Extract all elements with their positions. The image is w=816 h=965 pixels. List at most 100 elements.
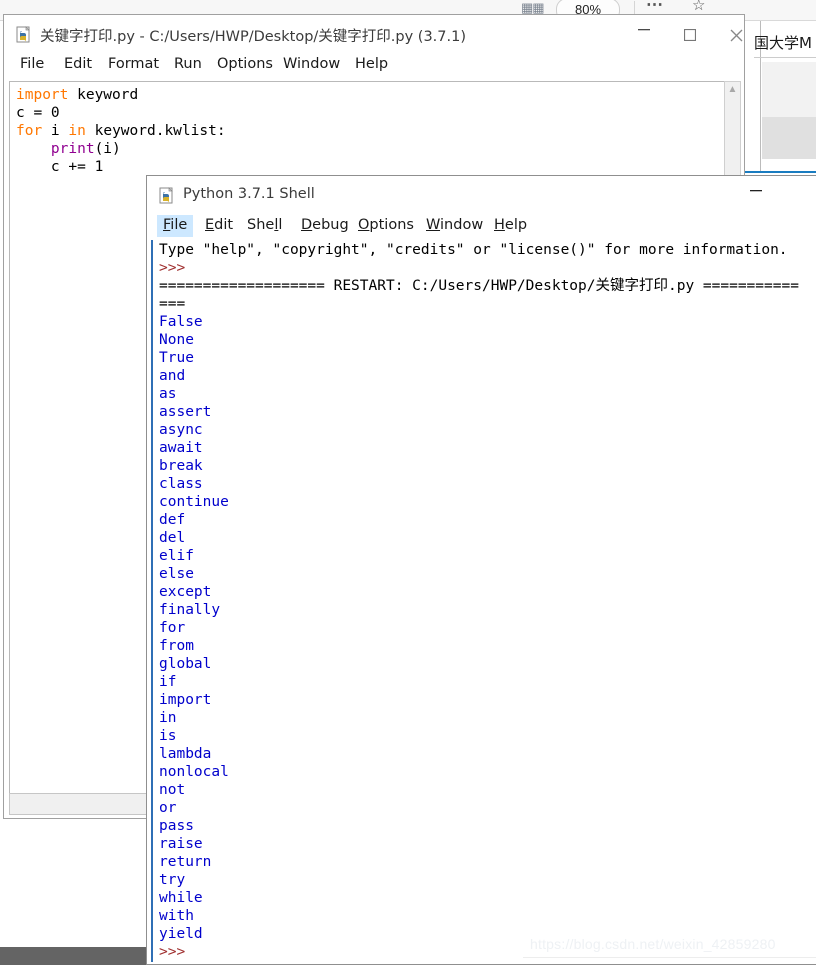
editor-menu-label: Format: [108, 56, 160, 72]
shell-output-line: None: [159, 332, 194, 348]
shell-menu-file[interactable]: File: [157, 215, 194, 237]
code-line: print(i): [16, 140, 226, 158]
shell-output-line: in: [159, 710, 177, 726]
shell-output-line: from: [159, 638, 194, 654]
editor-menu-help[interactable]: Help: [349, 54, 394, 76]
shell-output-line: def: [159, 512, 186, 528]
shell-output-line: True: [159, 350, 194, 366]
editor-menu-edit[interactable]: Edit: [58, 54, 98, 76]
shell-menu-debug[interactable]: Debug: [295, 215, 355, 237]
editor-title: 关键字打印.py - C:/Users/HWP/Desktop/关键字打印.py…: [40, 29, 466, 45]
shell-output-line: else: [159, 566, 194, 582]
shell-output-line: import: [159, 692, 212, 708]
shell-maximize-button[interactable]: [799, 176, 816, 214]
editor-menu-options[interactable]: Options: [211, 54, 279, 76]
shell-menu-label: Options: [358, 217, 414, 233]
shell-output-line: =================== RESTART: C:/Users/HW…: [159, 278, 799, 294]
editor-menu-label: Help: [355, 56, 389, 72]
taskbar: [0, 947, 146, 965]
editor-menu-file[interactable]: File: [14, 54, 50, 76]
shell-output-line: raise: [159, 836, 203, 852]
editor-close-button[interactable]: [713, 15, 759, 53]
editor-menu-label: File: [20, 56, 45, 72]
code-token: c = 0: [16, 105, 60, 121]
shell-output-line: global: [159, 656, 212, 672]
python-shell-icon: [159, 187, 177, 205]
shell-menu-help[interactable]: Help: [488, 215, 533, 237]
editor-maximize-button[interactable]: [667, 15, 713, 53]
shell-output-line: lambda: [159, 746, 212, 762]
scroll-up-arrow-icon[interactable]: ▲: [725, 82, 740, 98]
code-token: c += 1: [16, 159, 104, 175]
shell-output-line: await: [159, 440, 203, 456]
shell-output-line: continue: [159, 494, 229, 510]
page-card-light: [762, 62, 816, 117]
code-line: c += 1: [16, 158, 226, 176]
shell-output-line: is: [159, 728, 177, 744]
editor-titlebar[interactable]: 关键字打印.py - C:/Users/HWP/Desktop/关键字打印.py…: [4, 15, 744, 54]
editor-menu-label: Edit: [64, 56, 93, 72]
shell-output-line: except: [159, 584, 212, 600]
shell-output-line: Type "help", "copyright", "credits" or "…: [159, 242, 788, 258]
shell-menu-label: File: [163, 217, 188, 233]
shell-output-line: not: [159, 782, 186, 798]
page-accent-bar: [740, 171, 816, 173]
page-rule: [754, 57, 816, 58]
editor-code: import keyword c = 0 for i in keyword.kwli…: [16, 86, 226, 176]
shell-menu-label: Debug: [301, 217, 349, 233]
code-token: keyword: [68, 87, 139, 103]
shell-menu-shell[interactable]: Shell: [241, 215, 288, 237]
shell-output-line: pass: [159, 818, 194, 834]
shell-menubar[interactable]: File Edit Shell Debug Options Window Help: [147, 215, 816, 241]
code-token: i: [42, 123, 69, 139]
shell-menu-label: Window: [426, 217, 484, 233]
shell-window[interactable]: Python 3.7.1 Shell File Edit Shell Debug Opt…: [146, 175, 816, 965]
shell-menu-label: Edit: [205, 217, 234, 233]
shell-output-line: finally: [159, 602, 221, 618]
shell-minimize-button[interactable]: [733, 176, 779, 214]
shell-output-line: False: [159, 314, 203, 330]
editor-menu-label: Options: [217, 56, 273, 72]
code-line: import keyword: [16, 86, 226, 104]
shell-output-line: async: [159, 422, 203, 438]
editor-menu-window[interactable]: Window: [277, 54, 346, 76]
shell-output-line: as: [159, 386, 177, 402]
code-token: for: [16, 123, 43, 139]
shell-output-line: while: [159, 890, 203, 906]
favorites-star-icon[interactable]: ☆: [692, 0, 705, 15]
code-token: (i): [94, 141, 121, 157]
shell-output-line: elif: [159, 548, 194, 564]
shell-output-line: if: [159, 674, 177, 690]
shell-output-line: del: [159, 530, 186, 546]
shell-output-line: nonlocal: [159, 764, 229, 780]
shell-output-line: return: [159, 854, 212, 870]
shell-output-line: assert: [159, 404, 212, 420]
code-token: in: [68, 123, 86, 139]
shell-menu-options[interactable]: Options: [352, 215, 420, 237]
shell-output-line: break: [159, 458, 203, 474]
python-file-icon: [16, 26, 34, 44]
shell-menu-edit[interactable]: Edit: [199, 215, 239, 237]
shell-menu-window[interactable]: Window: [420, 215, 489, 237]
shell-output-line: class: [159, 476, 203, 492]
code-token: print: [50, 141, 95, 157]
shell-menu-label: Help: [494, 217, 528, 233]
shell-output-line: or: [159, 800, 177, 816]
shell-output-line: with: [159, 908, 194, 924]
shell-output-line: try: [159, 872, 186, 888]
shell-titlebar[interactable]: Python 3.7.1 Shell: [147, 176, 816, 215]
editor-menu-label: Window: [283, 56, 341, 72]
editor-menubar[interactable]: File Edit Format Run Options Window Help: [4, 54, 744, 80]
watermark-rule: [523, 957, 816, 958]
code-token: keyword.kwlist:: [85, 123, 226, 139]
editor-menu-run[interactable]: Run: [168, 54, 208, 76]
shell-menu-label: Shell: [247, 217, 283, 233]
more-options-icon[interactable]: ⋯: [646, 0, 664, 14]
shell-output-line: for: [159, 620, 186, 636]
editor-minimize-button[interactable]: [621, 15, 667, 53]
shell-text-area[interactable]: Type "help", "copyright", "credits" or "…: [151, 240, 816, 962]
editor-menu-format[interactable]: Format: [102, 54, 165, 76]
shell-output-line: >>>: [159, 260, 186, 276]
background-page-text: 国大学M: [754, 34, 812, 52]
watermark-text: https://blog.csdn.net/weixin_42859280: [530, 936, 776, 952]
